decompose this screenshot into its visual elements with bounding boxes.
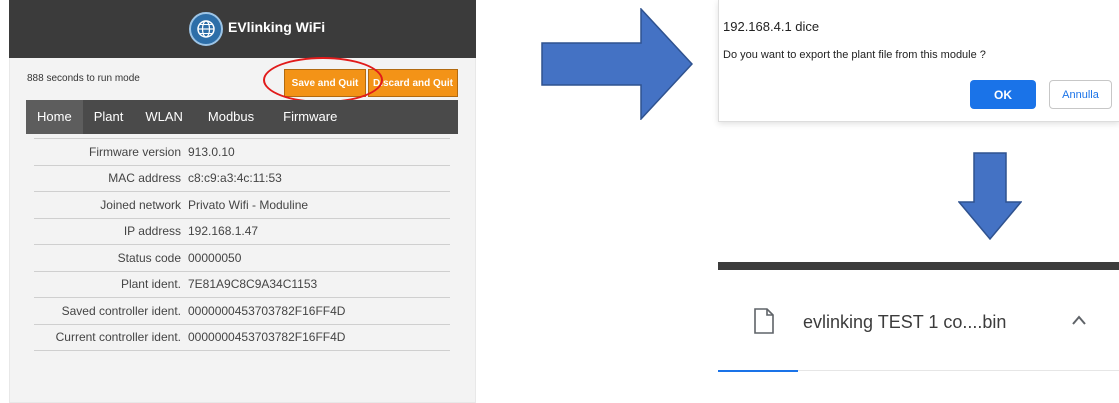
info-key: Plant ident.	[34, 271, 188, 298]
info-value: 913.0.10	[188, 138, 450, 166]
table-row: IP address 192.168.1.47	[34, 218, 450, 245]
table-row: Current controller ident. 000000045370378…	[34, 324, 450, 351]
app-title: EVlinking WiFi	[228, 19, 326, 35]
info-key: Saved controller ident.	[34, 297, 188, 325]
download-bar-divider	[718, 262, 1119, 270]
info-value: Privato Wifi - Moduline	[188, 191, 450, 219]
download-bar: evlinking TEST 1 co....bin	[718, 262, 1119, 403]
cancel-button[interactable]: Annulla	[1049, 80, 1112, 109]
confirm-dialog: 192.168.4.1 dice Do you want to export t…	[718, 0, 1119, 122]
dialog-message: Do you want to export the plant file fro…	[723, 49, 986, 61]
tab-wlan[interactable]: WLAN	[134, 100, 194, 134]
tab-home[interactable]: Home	[26, 100, 83, 134]
arrow-right-icon	[541, 8, 693, 120]
tab-plant[interactable]: Plant	[83, 100, 135, 134]
info-key: MAC address	[34, 165, 188, 192]
table-row: Joined network Privato Wifi - Moduline	[34, 191, 450, 219]
ok-button[interactable]: OK	[970, 80, 1036, 109]
globe-wifi-icon	[189, 12, 223, 46]
tab-firmware[interactable]: Firmware	[272, 100, 348, 134]
dialog-host: 192.168.4.1 dice	[723, 19, 820, 34]
info-value: 0000000453703782F16FF4D	[188, 324, 450, 351]
info-value: 192.168.1.47	[188, 218, 450, 245]
nav-tabs: Home Plant WLAN Modbus Firmware	[26, 100, 458, 134]
info-value: 0000000453703782F16FF4D	[188, 297, 450, 325]
countdown-text: 888 seconds to run mode	[27, 73, 140, 84]
info-key: IP address	[34, 218, 188, 245]
download-progress-track	[798, 370, 1119, 371]
table-row: Status code 00000050	[34, 244, 450, 272]
table-row: MAC address c8:c9:a3:4c:11:53	[34, 165, 450, 192]
info-value: 7E81A9C8C9A34C1153	[188, 271, 450, 298]
discard-and-quit-button[interactable]: Discard and Quit	[368, 69, 458, 97]
table-row: Firmware version 913.0.10	[34, 138, 450, 166]
evlinking-panel: EVlinking WiFi 888 seconds to run mode S…	[9, 0, 476, 403]
info-value: c8:c9:a3:4c:11:53	[188, 165, 450, 192]
info-key: Firmware version	[34, 138, 188, 166]
tab-modbus[interactable]: Modbus	[194, 100, 272, 134]
file-icon	[754, 308, 774, 334]
info-key: Joined network	[34, 191, 188, 219]
table-row: Plant ident. 7E81A9C8C9A34C1153	[34, 271, 450, 298]
app-header: EVlinking WiFi	[9, 0, 476, 58]
download-progress	[718, 370, 798, 372]
download-filename[interactable]: evlinking TEST 1 co....bin	[803, 312, 1006, 333]
info-key: Status code	[34, 244, 188, 272]
save-and-quit-button[interactable]: Save and Quit	[284, 69, 366, 97]
arrow-down-icon	[958, 152, 1022, 240]
table-row: Saved controller ident. 0000000453703782F…	[34, 297, 450, 325]
chevron-up-icon[interactable]	[1071, 314, 1087, 326]
info-value: 00000050	[188, 244, 450, 272]
device-info-table: Firmware version 913.0.10 MAC address c8:c…	[34, 138, 450, 351]
info-key: Current controller ident.	[34, 324, 188, 351]
